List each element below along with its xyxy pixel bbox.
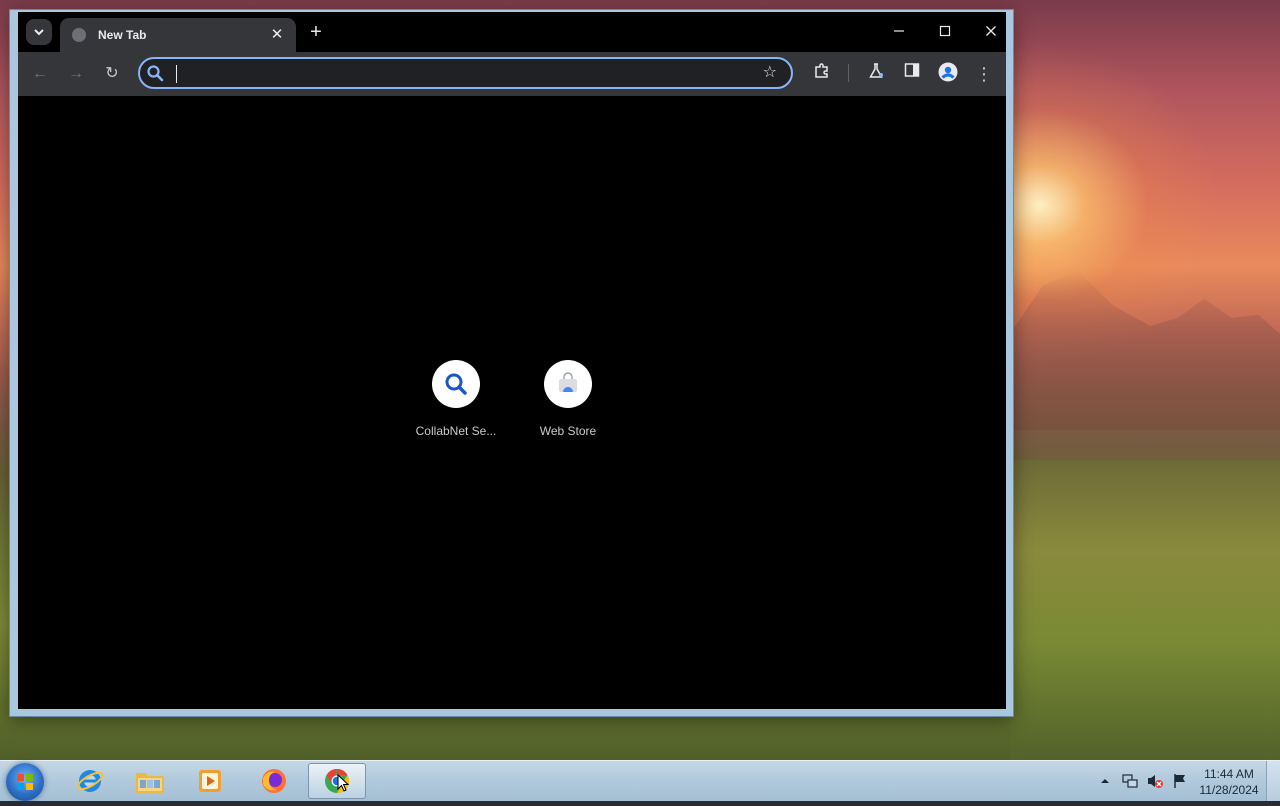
address-input[interactable] — [174, 63, 748, 85]
star-icon[interactable]: ☆ — [763, 62, 777, 84]
profile-button[interactable] — [936, 62, 960, 86]
maximize-icon — [939, 25, 951, 37]
action-center-flag-icon[interactable] — [1172, 773, 1188, 789]
puzzle-icon — [815, 63, 828, 78]
reload-button[interactable]: ↻ — [100, 62, 124, 86]
address-bar[interactable]: ☆ — [138, 57, 793, 89]
wallpaper-field — [1010, 460, 1280, 760]
shortcut-collabnet[interactable]: CollabNet Se... — [406, 360, 506, 460]
side-panel-icon — [904, 63, 920, 77]
text-caret — [176, 65, 177, 83]
more-vertical-icon: ⋮ — [975, 64, 993, 84]
clock-date: 11/28/2024 — [1199, 783, 1259, 797]
folder-icon — [136, 773, 164, 793]
extensions-button[interactable] — [810, 62, 834, 86]
close-icon — [986, 26, 996, 36]
show-desktop-button[interactable] — [1266, 761, 1280, 801]
taskbar-chrome[interactable] — [308, 763, 366, 799]
new-tab-page: CollabNet Se... Web Store — [18, 96, 1006, 709]
chevron-up-icon[interactable] — [1100, 777, 1110, 785]
windows-logo-icon — [17, 774, 33, 790]
start-button[interactable] — [6, 763, 44, 801]
internet-explorer-icon — [76, 770, 104, 792]
shortcut-web-store[interactable]: Web Store — [518, 360, 618, 460]
menu-button[interactable]: ⋮ — [972, 62, 996, 86]
search-icon — [445, 373, 467, 395]
flask-icon — [869, 63, 883, 78]
search-icon — [147, 65, 164, 82]
minimize-icon — [894, 30, 904, 32]
shortcut-icon-container — [432, 360, 480, 408]
labs-button[interactable] — [864, 62, 888, 86]
network-icon[interactable] — [1122, 773, 1138, 789]
maximize-button[interactable] — [930, 20, 960, 44]
clock-time: 11:44 AM — [1204, 767, 1254, 781]
browser-toolbar: ← → ↻ ☆ ⋮ — [18, 52, 1006, 96]
browser-frame: New Tab ✕ + ← → ↻ ☆ ⋮ CollabNet Se... We… — [18, 12, 1006, 709]
avatar-icon — [938, 62, 958, 82]
tab-title: New Tab — [98, 28, 147, 42]
taskbar-firefox[interactable] — [246, 763, 302, 799]
arrow-left-icon: ← — [32, 65, 48, 82]
minimize-button[interactable] — [884, 20, 914, 44]
tab-search-button[interactable] — [26, 19, 52, 45]
globe-icon — [72, 28, 86, 42]
toolbar-separator — [848, 64, 849, 82]
reload-icon: ↻ — [105, 65, 119, 82]
web-store-icon — [559, 372, 577, 392]
arrow-right-icon: → — [68, 65, 84, 82]
taskbar-media-player[interactable] — [182, 763, 238, 799]
media-player-icon — [199, 770, 221, 792]
volume-muted-icon[interactable] — [1146, 773, 1164, 789]
tab-strip: New Tab ✕ + — [18, 12, 1006, 52]
browser-window: New Tab ✕ + ← → ↻ ☆ ⋮ CollabNet Se... We… — [10, 10, 1013, 716]
taskbar-internet-explorer[interactable] — [62, 763, 118, 799]
tab-close-icon[interactable]: ✕ — [268, 26, 286, 44]
taskbar: 11:44 AM 11/28/2024 — [0, 760, 1280, 801]
new-tab-button[interactable]: + — [304, 21, 328, 45]
tab-new-tab[interactable]: New Tab ✕ — [60, 18, 296, 52]
close-window-button[interactable] — [976, 20, 1006, 44]
taskbar-clock[interactable]: 11:44 AM 11/28/2024 — [1192, 766, 1266, 798]
mouse-cursor-icon — [337, 774, 349, 792]
firefox-icon — [262, 769, 286, 793]
side-panel-button[interactable] — [900, 62, 924, 86]
shortcut-label: CollabNet Se... — [415, 424, 497, 438]
forward-button[interactable]: → — [64, 62, 88, 86]
taskbar-file-explorer[interactable] — [122, 763, 178, 799]
shortcut-label: Web Store — [539, 424, 597, 438]
shortcut-icon-container — [544, 360, 592, 408]
back-button[interactable]: ← — [28, 62, 52, 86]
chevron-down-icon — [34, 29, 44, 36]
